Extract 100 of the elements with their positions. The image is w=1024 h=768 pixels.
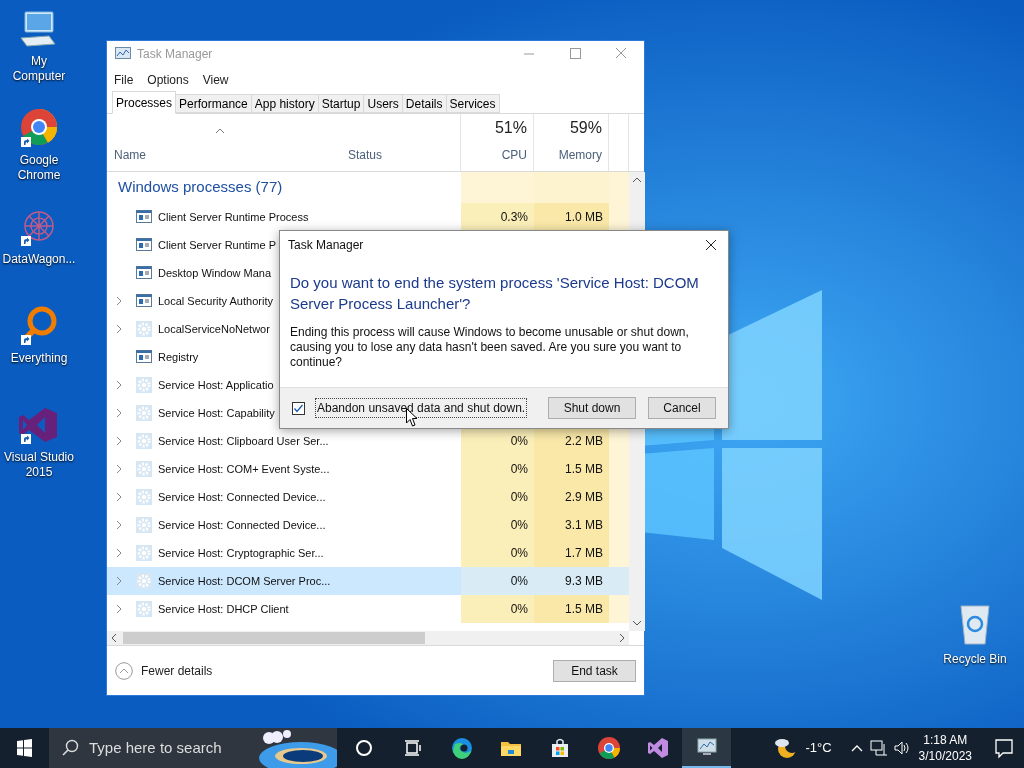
icon-label[interactable]: Google Chrome xyxy=(0,153,78,183)
expand-chevron-icon[interactable] xyxy=(115,296,123,306)
process-name: LocalServiceNoNetwor xyxy=(158,321,270,337)
tab[interactable]: Processes xyxy=(112,91,177,114)
expand-chevron-icon[interactable] xyxy=(115,408,123,418)
shut-down-button[interactable]: Shut down xyxy=(548,397,636,419)
column-percent[interactable]: 51% xyxy=(494,116,527,140)
table-cell xyxy=(609,427,629,455)
group-heading: Windows processes (77) xyxy=(118,177,283,198)
process-name: Service Host: Connected Device... xyxy=(158,517,326,533)
process-name: Service Host: Connected Device... xyxy=(158,489,326,505)
task-manager-icon xyxy=(115,47,131,61)
volume-icon[interactable] xyxy=(892,740,911,756)
horizontal-scrollbar[interactable] xyxy=(107,631,629,645)
expand-chevron-icon[interactable] xyxy=(115,380,123,390)
cpu-cell: 0.3% xyxy=(461,203,534,231)
table-cell xyxy=(609,595,629,623)
selected-process-row[interactable]: Service Host: DCOM Server Proc... 0% 9.3 MB xyxy=(107,567,629,595)
gear-icon xyxy=(136,489,152,505)
dialog-heading: Do you want to end the system process 'Service Host: DCOM Server Process Launcher'? xyxy=(289,273,700,314)
process-name: Client Server Runtime Process xyxy=(158,209,309,225)
clock[interactable]: 1:18 AM 3/10/2023 xyxy=(918,732,972,764)
icon-label[interactable]: Recycle Bin xyxy=(943,650,1007,668)
edge-icon xyxy=(449,736,474,760)
search-highlight-icon xyxy=(257,728,337,768)
gear-icon xyxy=(136,405,152,421)
column-header[interactable]: Name xyxy=(114,146,341,164)
tab[interactable]: App history xyxy=(251,94,319,113)
cpu-cell: 0% xyxy=(461,539,534,567)
memory-cell: 1.0 MB xyxy=(534,203,609,231)
process-name: Client Server Runtime P xyxy=(158,237,276,253)
chevron-up-icon[interactable] xyxy=(849,743,864,753)
column-percent[interactable]: 59% xyxy=(569,116,602,140)
expand-chevron-icon[interactable] xyxy=(115,576,123,586)
process-name: Desktop Window Mana xyxy=(158,265,272,281)
gear-icon xyxy=(136,433,152,449)
process-name: Service Host: Capability xyxy=(158,405,275,421)
cpu-cell: 0% xyxy=(461,455,534,483)
gear-icon xyxy=(136,573,152,589)
table-cell xyxy=(609,172,629,203)
expand-chevron-icon[interactable] xyxy=(115,548,123,558)
expand-chevron-icon[interactable] xyxy=(115,604,123,614)
memory-cell: 2.9 MB xyxy=(534,483,609,511)
gear-icon xyxy=(136,377,152,393)
window-icon xyxy=(136,209,152,225)
table-cell xyxy=(609,567,629,595)
search-placeholder: Type here to search xyxy=(89,737,222,758)
gear-icon xyxy=(136,517,152,533)
process-name: Local Security Authority xyxy=(158,293,273,309)
gear-icon xyxy=(136,601,152,617)
icon-label[interactable]: DataWagon... xyxy=(0,252,80,267)
expand-chevron-icon[interactable] xyxy=(115,492,123,502)
icon-label[interactable]: Everything xyxy=(6,351,72,366)
tab[interactable]: Details xyxy=(402,94,447,113)
expand-chevron-icon[interactable] xyxy=(115,520,123,530)
cpu-cell: 0% xyxy=(461,427,534,455)
fewer-details-button[interactable]: Fewer details xyxy=(115,661,213,680)
process-name: Registry xyxy=(158,349,199,365)
search-box[interactable]: Type here to search xyxy=(49,728,337,768)
column-header[interactable]: CPU xyxy=(501,146,527,164)
column-header[interactable]: Memory xyxy=(558,146,602,164)
scrollbar-thumb[interactable] xyxy=(123,632,425,644)
expand-chevron-icon[interactable] xyxy=(115,436,123,446)
chrome-icon xyxy=(596,736,621,760)
menu-item[interactable]: Options xyxy=(147,70,189,89)
memory-cell: 1.7 MB xyxy=(534,539,609,567)
tab[interactable]: Startup xyxy=(318,94,365,113)
process-name: Service Host: Cryptographic Ser... xyxy=(158,545,324,561)
end-task-button[interactable]: End task xyxy=(553,659,636,682)
gear-icon xyxy=(136,321,152,337)
icon-label[interactable]: My Computer xyxy=(0,54,78,84)
menu-item[interactable]: File xyxy=(114,70,134,89)
window-icon xyxy=(136,265,152,281)
cpu-cell: 0% xyxy=(461,483,534,511)
collapse-icon xyxy=(115,661,133,680)
expand-chevron-icon[interactable] xyxy=(115,464,123,474)
sort-caret-icon[interactable] xyxy=(215,128,225,134)
window-icon xyxy=(136,237,152,253)
memory-cell: 3.1 MB xyxy=(534,511,609,539)
menu-item[interactable]: View xyxy=(202,70,229,89)
temperature-text[interactable]: -1°C xyxy=(805,738,832,758)
memory-cell: 2.2 MB xyxy=(534,427,609,455)
expand-chevron-icon[interactable] xyxy=(115,324,123,334)
process-name: Service Host: Clipboard User Ser... xyxy=(158,433,329,449)
cancel-button[interactable]: Cancel xyxy=(648,397,716,419)
network-icon[interactable] xyxy=(869,740,888,756)
process-name: Service Host: COM+ Event Syste... xyxy=(158,461,330,477)
memory-cell: 1.5 MB xyxy=(534,595,609,623)
dialog-title: Task Manager xyxy=(288,237,364,254)
window-icon xyxy=(136,349,152,365)
checkbox[interactable] xyxy=(292,401,305,415)
window-icon xyxy=(136,293,152,309)
tab[interactable]: Performance xyxy=(176,94,252,113)
window-title: Task Manager xyxy=(137,46,213,63)
tab[interactable]: Users xyxy=(364,94,403,113)
column-header[interactable]: Status xyxy=(348,146,460,164)
process-name: Service Host: DCOM Server Proc... xyxy=(158,573,331,589)
taskbar-app-button[interactable] xyxy=(682,728,731,768)
tab[interactable]: Services xyxy=(446,94,500,113)
icon-label[interactable]: Visual Studio 2015 xyxy=(0,450,78,480)
